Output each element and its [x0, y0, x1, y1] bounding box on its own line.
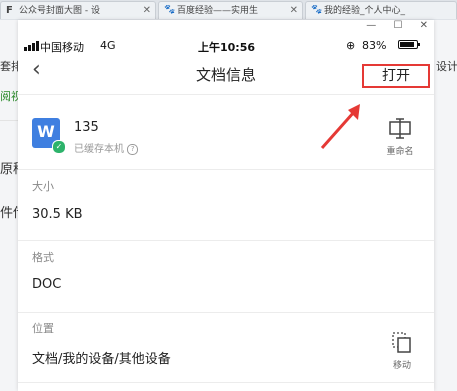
divider	[18, 240, 434, 241]
browser-tab-2-label: 百度经验——实用生	[177, 6, 259, 16]
battery-icon	[398, 40, 420, 49]
browser-tab-2[interactable]: 🐾 百度经验——实用生 ✕	[158, 1, 303, 19]
baidu-paw-icon: 🐾	[164, 5, 176, 15]
close-icon[interactable]: ✕	[290, 2, 298, 19]
cached-status: 已缓存本机 ?	[74, 140, 139, 155]
file-name: 135	[74, 120, 99, 135]
help-icon[interactable]: ?	[127, 144, 139, 155]
location-value: 文档/我的设备/其他设备	[32, 352, 171, 367]
move-icon[interactable]	[392, 332, 412, 354]
browser-tab-1-label: 公众号封面大图 - 设	[19, 6, 100, 16]
browser-tab-3-label: 我的经验_个人中心_	[324, 6, 406, 16]
size-label: 大小	[32, 180, 54, 193]
baidu-paw-icon: 🐾	[311, 5, 323, 15]
browser-tab-3[interactable]: 🐾 我的经验_个人中心_	[305, 1, 457, 19]
doc-file-letter: W	[37, 122, 55, 141]
divider	[18, 382, 434, 383]
close-icon[interactable]: ✕	[143, 2, 151, 19]
divider	[0, 120, 18, 121]
phone-screen: — ☐ ✕ 中国移动 4G 上午10:56 ⊕ 83% ‹ 文档信息 打开 W	[18, 20, 434, 391]
rename-icon[interactable]	[386, 118, 414, 140]
divider	[18, 312, 434, 313]
red-arrow-icon	[320, 104, 360, 149]
rename-label[interactable]: 重命名	[378, 144, 422, 157]
status-bar: 中国移动 4G 上午10:56 ⊕ 83%	[18, 20, 434, 54]
cached-text: 已缓存本机	[74, 144, 124, 155]
format-value: DOC	[32, 277, 62, 292]
size-value: 30.5 KB	[32, 207, 83, 222]
browser-tab-bar: F 公众号封面大图 - 设 ✕ 🐾 百度经验——实用生 ✕ 🐾 我的经验_个人中…	[0, 0, 457, 21]
format-label: 格式	[32, 251, 54, 264]
location-label: 位置	[32, 322, 54, 335]
open-button[interactable]: 打开	[362, 64, 430, 88]
browser-tab-1[interactable]: F 公众号封面大图 - 设 ✕	[0, 1, 156, 19]
divider	[18, 169, 434, 170]
background-text: 设计	[436, 60, 457, 73]
cached-check-icon: ✓	[52, 140, 66, 154]
nav-bar: ‹ 文档信息 打开	[18, 50, 434, 95]
move-label[interactable]: 移动	[380, 358, 424, 371]
f-logo-icon: F	[6, 5, 13, 16]
rename-glyph-icon	[389, 118, 411, 139]
move-glyph-icon	[392, 332, 411, 353]
